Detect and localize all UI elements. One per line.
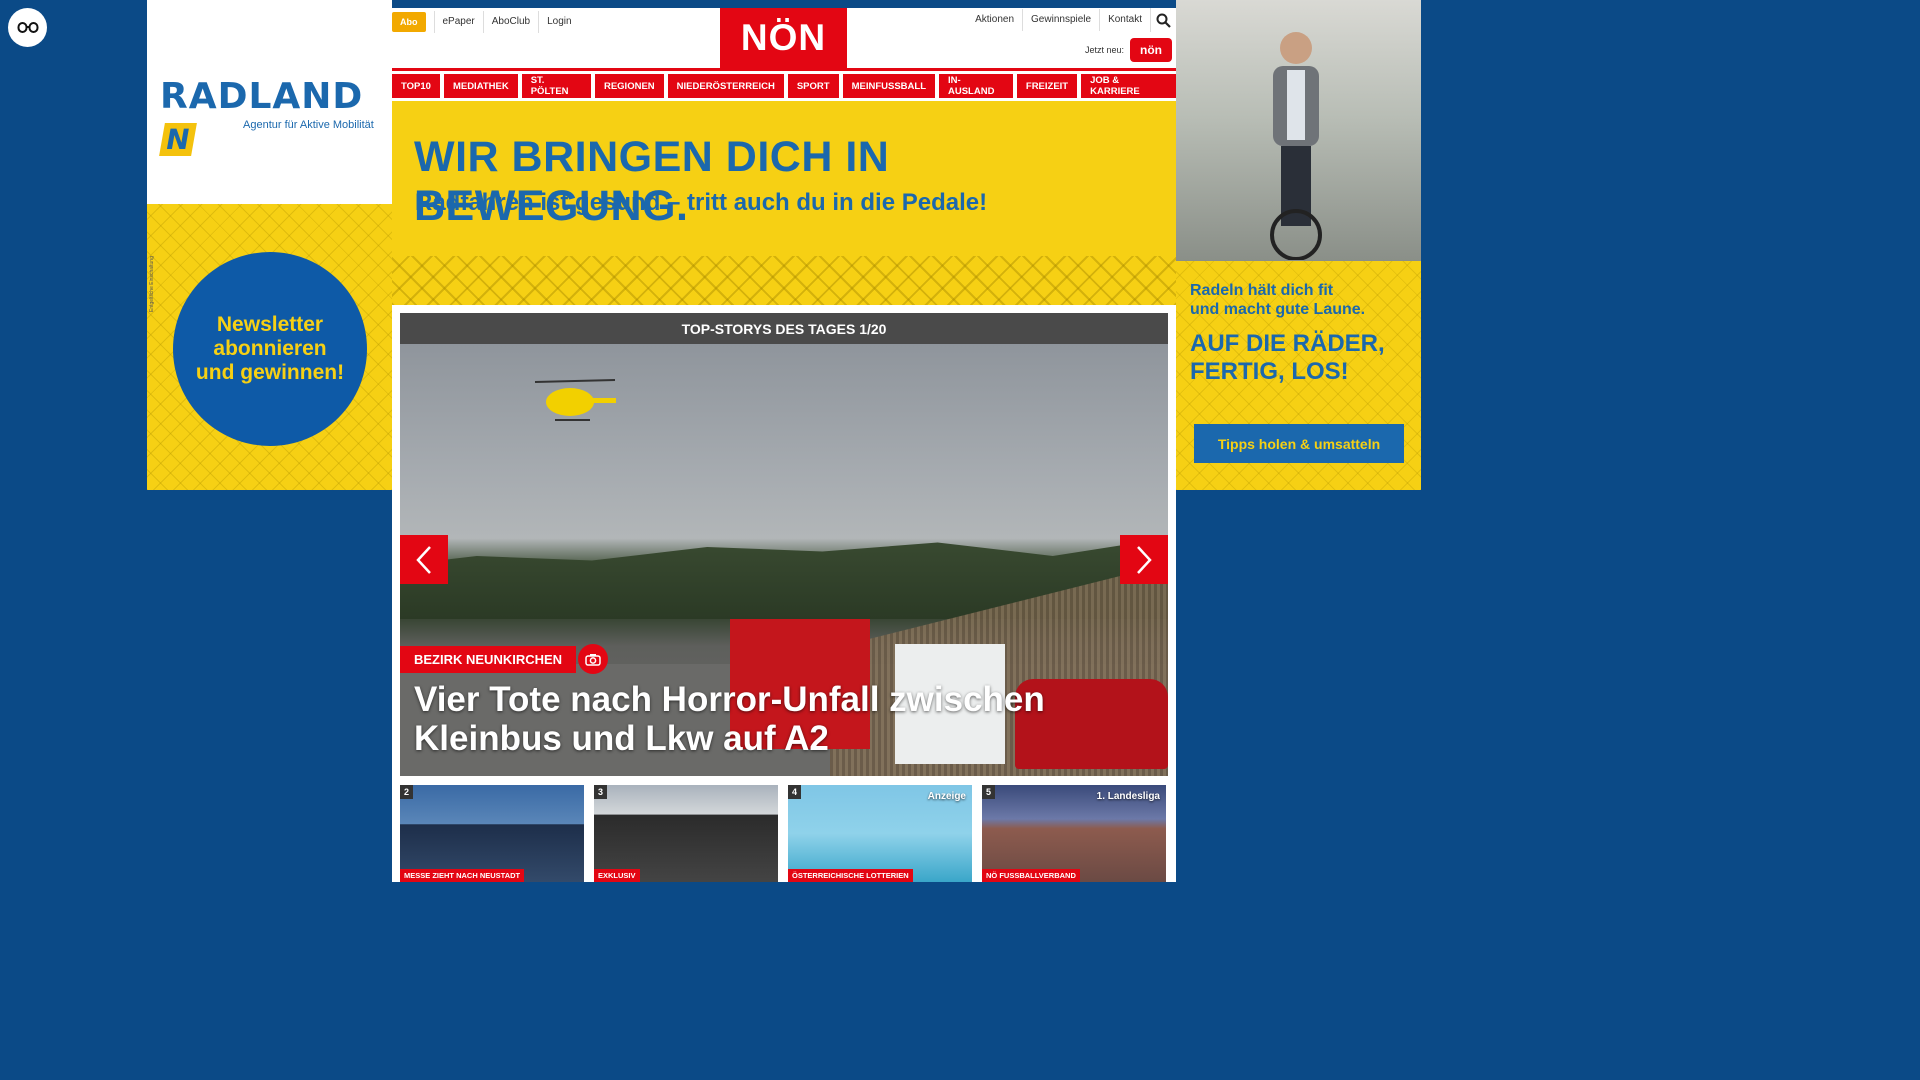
story-thumb-5[interactable]: 5 1. Landesliga NÖ FUSSBALLVERBAND — [982, 785, 1166, 882]
hero-slide[interactable]: BEZIRK NEUNKIRCHEN Vier Tote nach Horror… — [400, 344, 1168, 776]
header-topbar — [392, 0, 1176, 8]
nav-job-karriere[interactable]: JOB & KARRIERE — [1081, 74, 1176, 98]
nav-st-poelten[interactable]: ST. PÖLTEN — [521, 74, 591, 98]
tipps-button[interactable]: Tipps holen & umsatteln — [1194, 424, 1404, 463]
topstories-title: TOP-STORYS DES TAGES 1/20 — [400, 313, 1168, 344]
jetzt-neu[interactable]: Jetzt neu: nön — [1085, 38, 1172, 62]
aboclub-link[interactable]: AboClub — [482, 11, 538, 33]
radland-logo: RADLANDN — [159, 76, 364, 156]
thumb-number: 2 — [400, 785, 414, 799]
thumb-label: MESSE ZIEHT NACH NEUSTADT — [400, 869, 525, 882]
chevron-left-icon — [416, 545, 431, 574]
search-icon — [1156, 13, 1171, 28]
camera-icon — [585, 653, 601, 666]
newsletter-line-1: Newsletter — [216, 313, 324, 336]
gewinnspiele-link[interactable]: Gewinnspiele — [1022, 9, 1099, 31]
abo-button[interactable]: Abo — [392, 12, 426, 32]
billboard-ad[interactable]: WIR BRINGEN DICH IN BEWEGUNG. Radfahren … — [392, 101, 1176, 305]
nav-meinfussball[interactable]: MEINFUSSBALL — [842, 74, 935, 98]
thumb-number: 5 — [982, 785, 996, 799]
story-thumb-2[interactable]: 2 MESSE ZIEHT NACH NEUSTADT — [400, 785, 584, 882]
nav-regionen[interactable]: REGIONEN — [594, 74, 664, 98]
thumb-label: EXKLUSIV — [594, 869, 640, 882]
thumb-label: NÖ FUSSBALLVERBAND — [982, 869, 1080, 882]
story-thumb-3[interactable]: 3 EXKLUSIV — [594, 785, 778, 882]
radland-tagline: Agentur für Aktive Mobilität — [243, 119, 374, 131]
nav-sport[interactable]: SPORT — [787, 74, 839, 98]
jetzt-neu-label: Jetzt neu: — [1084, 45, 1124, 55]
right-skyscraper-ad[interactable]: Radeln hält dich fit und macht gute Laun… — [1176, 0, 1421, 490]
main-nav: TOP10 MEDIATHEK ST. PÖLTEN REGIONEN NIED… — [392, 71, 1176, 101]
thumb-corner-label: Anzeige — [927, 791, 966, 802]
ad-small-print: Entgeltliche Einschaltung — [149, 256, 155, 312]
left-skyscraper-ad[interactable]: RADLANDN Agentur für Aktive Mobilität En… — [147, 0, 392, 490]
kontakt-link[interactable]: Kontakt — [1099, 9, 1150, 31]
newsletter-ad[interactable]: Entgeltliche Einschaltung Newsletter abo… — [147, 204, 392, 490]
site-header: Abo ePaper AboClub Login NÖN Aktionen Ge… — [392, 8, 1176, 68]
thumb-number: 4 — [788, 785, 802, 799]
chevron-right-icon — [1137, 545, 1152, 574]
utility-nav-left: Abo ePaper AboClub Login — [392, 11, 580, 33]
epaper-link[interactable]: ePaper — [433, 11, 483, 33]
noen-badge[interactable]: nön — [1130, 38, 1172, 62]
thumb-corner-label: 1. Landesliga — [1096, 791, 1160, 802]
helicopter-image — [534, 379, 616, 421]
nav-niederoesterreich[interactable]: NIEDERÖSTERREICH — [667, 74, 784, 98]
slider-prev-button[interactable] — [400, 535, 448, 584]
newsletter-line-2: abonnieren — [213, 337, 327, 360]
radland-badge: N — [159, 123, 198, 156]
nav-in-ausland[interactable]: IN-AUSLAND — [939, 74, 1013, 98]
hero-region-tag[interactable]: BEZIRK NEUNKIRCHEN — [400, 646, 577, 673]
aktionen-link[interactable]: Aktionen — [967, 9, 1022, 31]
newsletter-circle[interactable]: Newsletter abonnieren und gewinnen! — [173, 252, 367, 446]
ad-right-text-2: AUF DIE RÄDER, FERTIG, LOS! — [1190, 330, 1385, 385]
thumb-number: 3 — [594, 785, 608, 799]
nav-mediathek[interactable]: MEDIATHEK — [443, 74, 518, 98]
search-button[interactable] — [1150, 8, 1176, 32]
slider-next-button[interactable] — [1120, 535, 1168, 584]
newsletter-line-3: und gewinnen! — [195, 361, 345, 384]
hero-headline[interactable]: Vier Tote nach Horror-Unfall zwischen Kl… — [414, 680, 1134, 758]
story-thumb-4[interactable]: 4 Anzeige ÖSTERREICHISCHE LOTTERIEN — [788, 785, 972, 882]
accessibility-button[interactable] — [8, 8, 47, 47]
nav-freizeit[interactable]: FREIZEIT — [1016, 74, 1078, 98]
nav-top10[interactable]: TOP10 — [392, 74, 440, 98]
glasses-icon — [17, 21, 38, 33]
cyclist-figure — [1270, 32, 1322, 260]
noen-logo[interactable]: NÖN — [720, 8, 847, 68]
ad-right-text-1: Radeln hält dich fit und macht gute Laun… — [1190, 282, 1366, 318]
gallery-badge — [578, 644, 608, 674]
login-link[interactable]: Login — [538, 11, 579, 33]
main-content: TOP-STORYS DES TAGES 1/20 BEZIRK NEUNKIR… — [392, 305, 1176, 882]
cyclist-photo — [1176, 0, 1421, 261]
radland-logo-area: RADLANDN Agentur für Aktive Mobilität — [147, 0, 392, 204]
billboard-pattern — [392, 256, 1176, 305]
utility-nav-right: Aktionen Gewinnspiele Kontakt — [967, 8, 1176, 32]
thumb-label: ÖSTERREICHISCHE LOTTERIEN — [788, 869, 913, 882]
billboard-subline: Radfahren ist gesund – tritt auch du in … — [415, 189, 988, 216]
story-thumbnails: 2 MESSE ZIEHT NACH NEUSTADT 3 EXKLUSIV 4… — [400, 785, 1168, 882]
